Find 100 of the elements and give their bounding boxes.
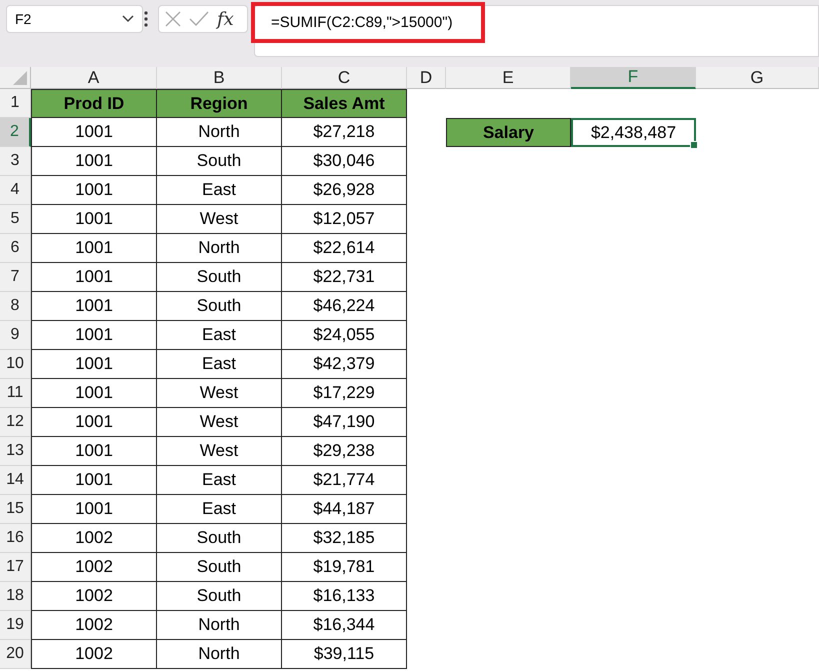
row-header[interactable]: 11 (0, 379, 31, 408)
triangle-icon (13, 71, 27, 85)
table-cell: $16,133 (282, 582, 407, 611)
column-header[interactable]: A (31, 67, 157, 89)
row-header[interactable]: 18 (0, 582, 31, 611)
table-cell: East (157, 176, 282, 205)
table-cell: 1002 (31, 553, 157, 582)
chevron-down-icon (122, 15, 134, 23)
table-cell: 1001 (31, 350, 157, 379)
table-cell: $22,614 (282, 234, 407, 263)
table-cell: $32,185 (282, 524, 407, 553)
table-cell: $12,057 (282, 205, 407, 234)
fill-handle[interactable] (690, 141, 698, 149)
row-header[interactable]: 20 (0, 640, 31, 669)
name-box[interactable]: F2 (6, 5, 143, 33)
table-cell: 1001 (31, 292, 157, 321)
table-cell: $42,379 (282, 350, 407, 379)
insert-function-button[interactable]: fx (217, 8, 234, 30)
table-cell: North (157, 234, 282, 263)
row-header[interactable]: 12 (0, 408, 31, 437)
table-cell: 1002 (31, 582, 157, 611)
column-header[interactable]: B (157, 67, 282, 89)
row-header[interactable]: 4 (0, 176, 31, 205)
row-header[interactable]: 8 (0, 292, 31, 321)
formula-text: =SUMIF(C2:C89,">15000") (251, 2, 485, 43)
row-header[interactable]: 17 (0, 553, 31, 582)
column-heading: Region (157, 89, 282, 118)
table-cell: South (157, 524, 282, 553)
row-header[interactable]: 1 (0, 89, 31, 118)
table-cell: South (157, 582, 282, 611)
table-cell: East (157, 495, 282, 524)
table-cell: West (157, 408, 282, 437)
formula-input[interactable] (254, 5, 819, 57)
row-header[interactable]: 6 (0, 234, 31, 263)
table-cell: 1001 (31, 408, 157, 437)
row-header[interactable]: 10 (0, 350, 31, 379)
table-cell: West (157, 437, 282, 466)
table-cell: 1001 (31, 466, 157, 495)
column-heading: Sales Amt (282, 89, 407, 118)
column-header[interactable]: C (282, 67, 407, 89)
summary-label: Salary (446, 118, 571, 147)
table-cell: North (157, 640, 282, 669)
row-header[interactable]: 19 (0, 611, 31, 640)
table-cell: 1001 (31, 176, 157, 205)
table-cell: $16,344 (282, 611, 407, 640)
table-cell: 1001 (31, 495, 157, 524)
table-cell: $44,187 (282, 495, 407, 524)
table-cell: North (157, 611, 282, 640)
table-cell: 1001 (31, 234, 157, 263)
cell-reference: F2 (15, 11, 32, 27)
row-header[interactable]: 7 (0, 263, 31, 292)
row-header[interactable]: 15 (0, 495, 31, 524)
more-options-icon[interactable] (142, 11, 150, 27)
column-heading: Prod ID (31, 89, 157, 118)
table-cell: South (157, 292, 282, 321)
column-header[interactable]: E (446, 67, 571, 89)
table-cell: 1002 (31, 640, 157, 669)
table-cell: 1001 (31, 147, 157, 176)
table-cell: $30,046 (282, 147, 407, 176)
table-cell: South (157, 263, 282, 292)
table-cell: $47,190 (282, 408, 407, 437)
table-cell: $26,928 (282, 176, 407, 205)
row-header[interactable]: 16 (0, 524, 31, 553)
row-header[interactable]: 5 (0, 205, 31, 234)
table-cell: $17,229 (282, 379, 407, 408)
table-cell: $22,731 (282, 263, 407, 292)
checkmark-icon[interactable] (189, 11, 209, 27)
table-cell: 1002 (31, 524, 157, 553)
table-cell: 1001 (31, 205, 157, 234)
column-header[interactable]: G (696, 67, 819, 89)
table-cell: 1001 (31, 437, 157, 466)
table-cell: $21,774 (282, 466, 407, 495)
table-cell: $24,055 (282, 321, 407, 350)
row-header[interactable]: 2 (0, 118, 31, 147)
table-cell: South (157, 147, 282, 176)
row-header[interactable]: 3 (0, 147, 31, 176)
table-cell: $46,224 (282, 292, 407, 321)
column-header[interactable]: D (407, 67, 446, 89)
table-cell: 1002 (31, 611, 157, 640)
row-header[interactable]: 13 (0, 437, 31, 466)
row-header[interactable]: 14 (0, 466, 31, 495)
table-cell: $29,238 (282, 437, 407, 466)
table-cell: $27,218 (282, 118, 407, 147)
table-cell: 1001 (31, 321, 157, 350)
table-cell: East (157, 466, 282, 495)
column-header[interactable]: F (571, 67, 696, 89)
table-cell: $19,781 (282, 553, 407, 582)
summary-value[interactable]: $2,438,487 (571, 118, 696, 147)
table-cell: East (157, 321, 282, 350)
table-cell: 1001 (31, 263, 157, 292)
row-header[interactable]: 9 (0, 321, 31, 350)
table-cell: West (157, 205, 282, 234)
table-cell: $39,115 (282, 640, 407, 669)
table-cell: 1001 (31, 379, 157, 408)
cancel-icon[interactable] (165, 11, 181, 27)
table-cell: North (157, 118, 282, 147)
table-cell: South (157, 553, 282, 582)
table-cell: West (157, 379, 282, 408)
table-cell: East (157, 350, 282, 379)
table-cell: 1001 (31, 118, 157, 147)
